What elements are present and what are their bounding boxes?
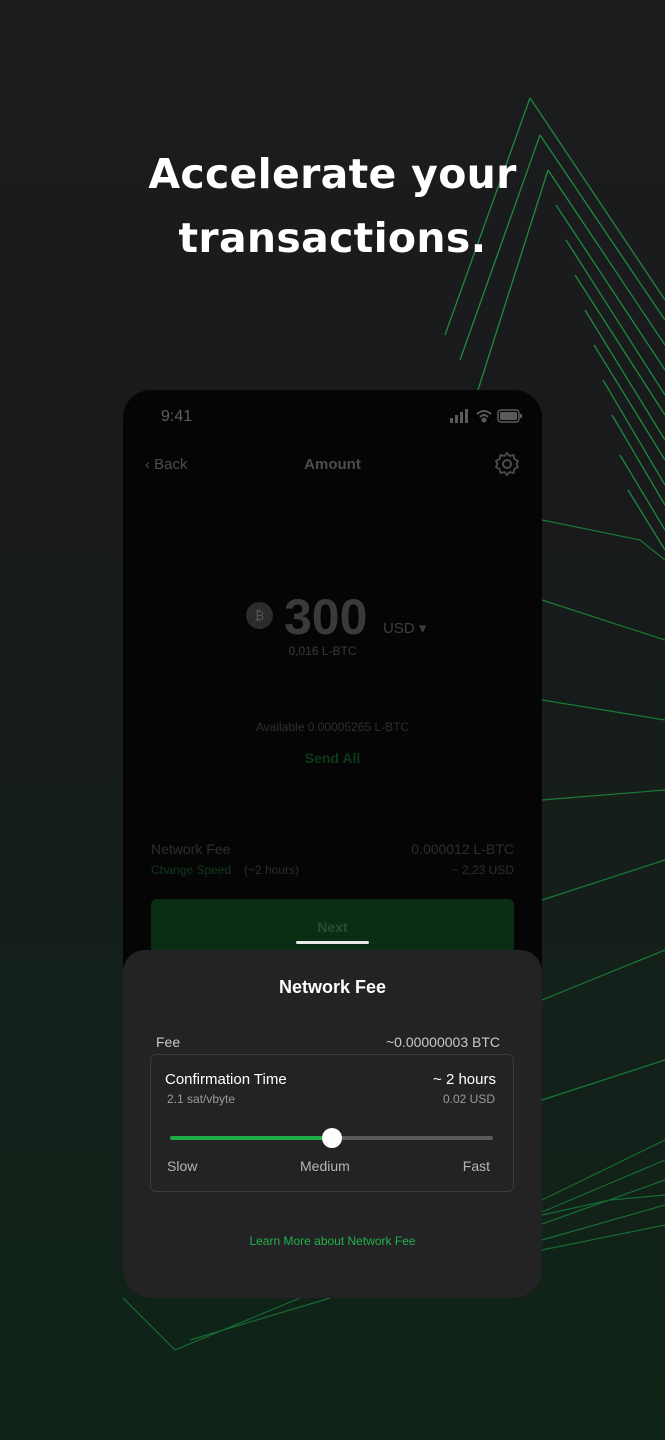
send-all-button[interactable]: Send All [123, 750, 542, 766]
change-speed-link[interactable]: Change Speed [151, 863, 231, 877]
network-fee-usd: ~ 2,23 USD [451, 863, 514, 877]
slider-fill [170, 1136, 332, 1140]
headline-line-1: Accelerate your [148, 150, 517, 198]
headline: Accelerate your transactions. [0, 142, 665, 270]
learn-more-link[interactable]: Learn More about Network Fee [123, 1234, 542, 1248]
slider-label-slow: Slow [167, 1158, 198, 1174]
bitcoin-icon: ₿ [246, 602, 273, 629]
fee-rate: 2.1 sat/vbyte [167, 1092, 236, 1106]
nav-title: Amount [304, 456, 361, 473]
speed-slider[interactable] [170, 1128, 493, 1148]
status-bar-icons [450, 409, 522, 423]
confirmation-time-card: Confirmation Time 2.1 sat/vbyte ~ 2 hour… [150, 1054, 514, 1192]
signal-icon [450, 409, 468, 423]
battery-icon [497, 409, 522, 423]
gear-icon[interactable] [494, 451, 520, 477]
slider-thumb[interactable] [321, 1128, 342, 1148]
network-fee-time: (~2 hours) [244, 863, 300, 877]
confirmation-title: Confirmation Time [165, 1071, 287, 1088]
next-button[interactable]: Next [151, 899, 514, 955]
sheet-handle[interactable] [296, 941, 369, 944]
network-fee-value: 0.000012 L-BTC [411, 841, 514, 857]
slider-label-medium: Medium [300, 1158, 350, 1174]
currency-label: USD [383, 620, 415, 637]
amount-value[interactable]: 300 [284, 588, 367, 646]
currency-selector[interactable]: USD ▾ [383, 619, 426, 637]
available-balance: Available 0.00005265 L-BTC [255, 720, 410, 734]
phone-mockup: 9:41 ‹ Back Amount ₿ 300 USD ▾ 0,016 L-B [123, 390, 542, 1298]
converted-amount: 0,016 L-BTC [288, 644, 357, 658]
caret-down-icon: ▾ [418, 620, 427, 637]
network-fee-sheet: Network Fee Fee ~0.00000003 BTC Confirma… [123, 950, 542, 1298]
confirmation-usd: 0.02 USD [442, 1092, 495, 1106]
fee-value: ~0.00000003 BTC [385, 1034, 500, 1050]
status-time: 9:41 [161, 408, 193, 425]
network-fee-label: Network Fee [151, 841, 231, 857]
wifi-icon [476, 410, 492, 423]
headline-line-2: transactions. [178, 214, 487, 262]
fee-label: Fee [156, 1034, 181, 1050]
confirmation-time-value: ~ 2 hours [433, 1071, 496, 1088]
sheet-title: Network Fee [278, 977, 387, 997]
slider-label-fast: Fast [462, 1158, 490, 1174]
